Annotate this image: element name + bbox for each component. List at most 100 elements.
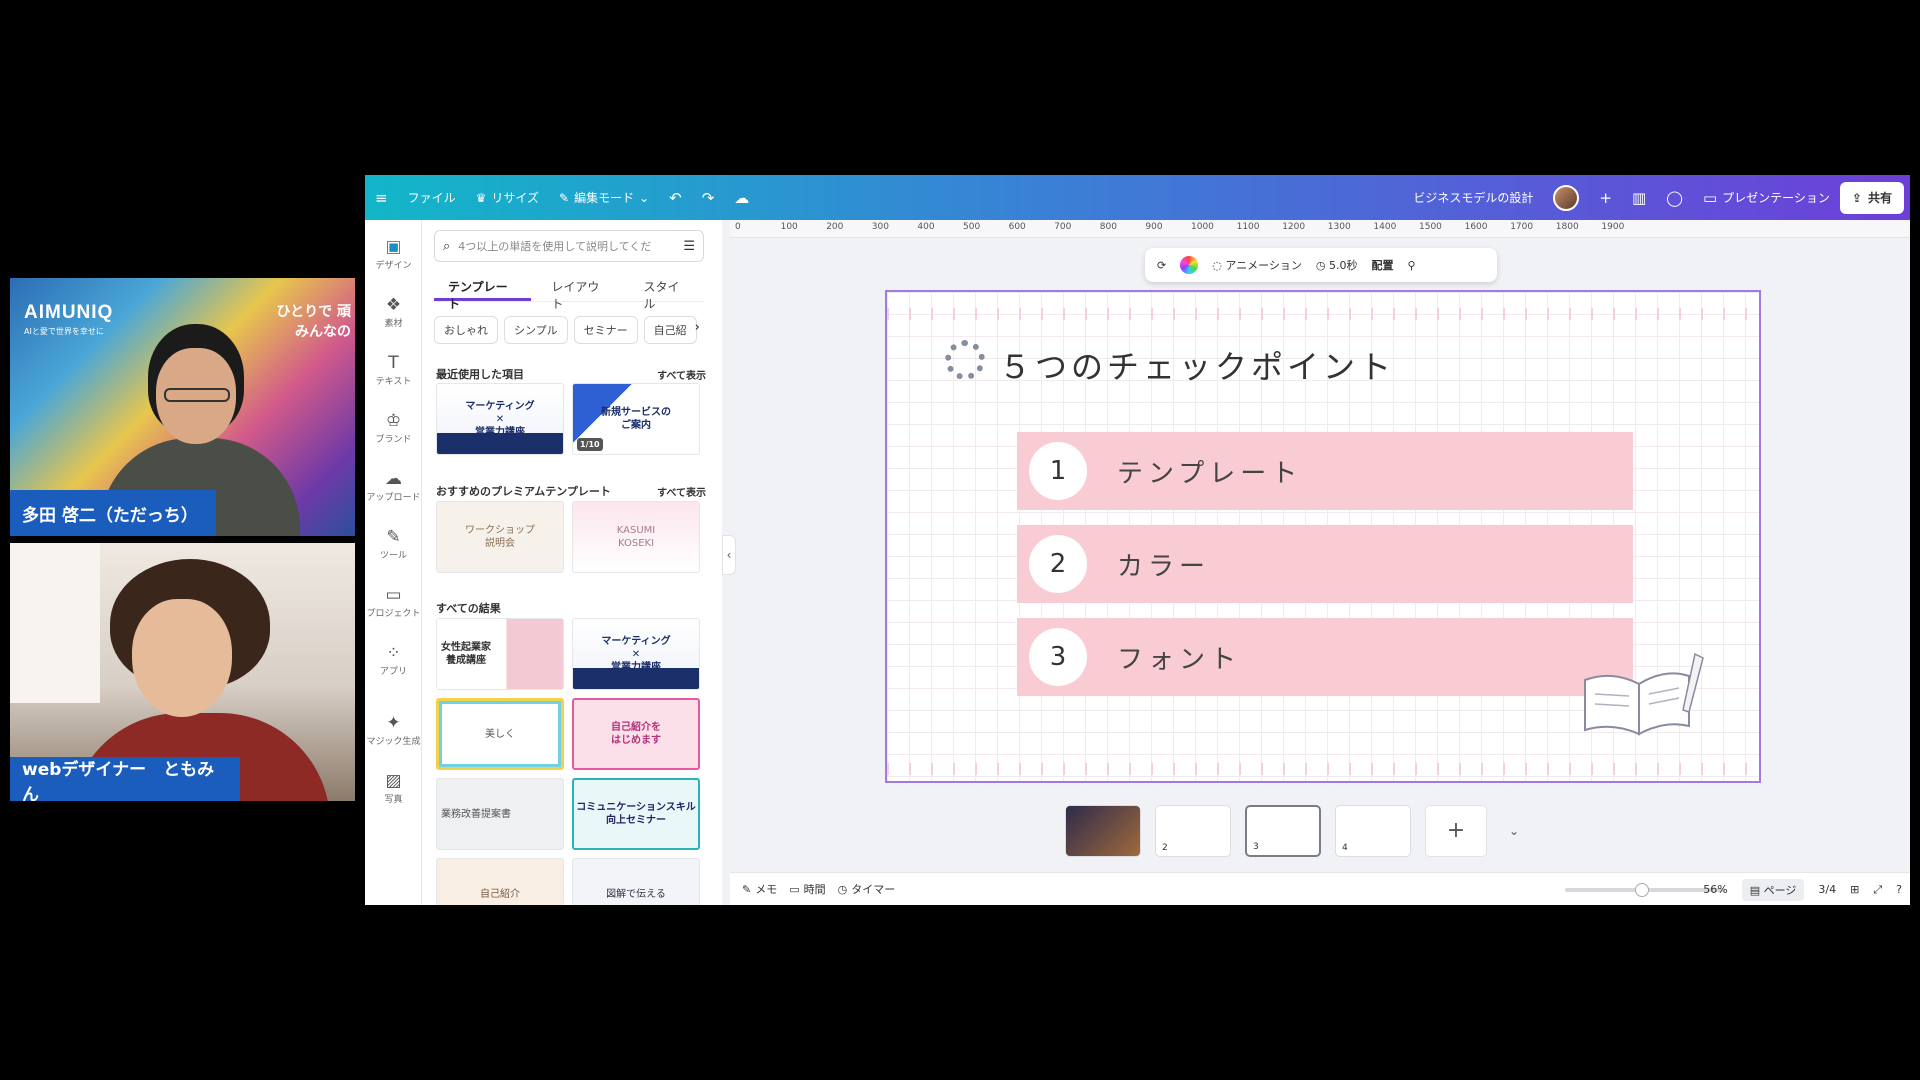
help-icon[interactable]: ? [1896,883,1902,896]
rail-label: マジック生成 [366,737,421,747]
chip-stylish[interactable]: おしゃれ [434,316,498,344]
page-count-badge: 1/10 [577,438,603,451]
template-thumb[interactable]: 自己紹介 [436,858,564,905]
notes-button[interactable]: ✎ メモ [742,881,777,897]
page-thumb[interactable]: 2 [1155,805,1231,857]
present-button[interactable]: ▭ プレゼンテーション [1693,175,1840,220]
rail-label: アプリ [379,667,407,677]
menu-button[interactable]: ≡ [365,175,398,220]
add-page-button[interactable]: + [1425,805,1487,857]
chip-simple[interactable]: シンプル [504,316,568,344]
template-thumb[interactable]: マーケティング ✕ 営業力講座 [572,618,700,690]
rail-item-tools[interactable]: ✎ ツール [365,526,422,561]
paint-roller-icon[interactable]: ⚲ [1408,259,1416,272]
tab-styles[interactable]: スタイル [630,272,705,311]
share-button[interactable]: ⇪ 共有 [1839,181,1904,214]
zoom-slider[interactable] [1565,883,1725,897]
template-thumb[interactable]: コミュニケーションスキル 向上セミナー [572,778,700,850]
tab-templates[interactable]: テンプレート [434,272,532,311]
page-options-button[interactable]: ⌄ [1501,805,1527,857]
rail-item-projects[interactable]: ▭ プロジェクト [365,584,422,619]
page-thumb[interactable] [1065,805,1141,857]
template-thumb[interactable]: マーケティング ✕ 営業力講座 [436,383,564,455]
panel-tabs: テンプレート レイアウト スタイル [434,272,705,311]
checkpoint-item[interactable]: 3 フォント [1017,618,1633,696]
element-toolbar: ⟳ ◌ アニメーション ◷ 5.0秒 配置 ⚲ [1145,248,1497,282]
user-avatar[interactable] [1543,175,1589,220]
rail-label: テキスト [375,377,412,387]
page-thumb[interactable]: 4 [1335,805,1411,857]
zoom-slider-handle[interactable] [1635,883,1649,897]
room-window [10,543,100,703]
recent-see-all-link[interactable]: すべて表示 [657,367,706,382]
chip-seminar[interactable]: セミナー [573,316,638,344]
checkpoint-item[interactable]: 1 テンプレート [1017,432,1633,510]
ruler-tick: 1900 [1601,222,1625,232]
color-picker[interactable] [1180,256,1199,274]
arrange-button[interactable]: 配置 [1372,257,1394,273]
rail-label: ブランド [375,435,412,445]
duration-button[interactable]: ◷ 5.0秒 [1316,257,1358,273]
rail-item-apps[interactable]: ⁘ アプリ [365,642,422,677]
filter-chips: おしゃれ シンプル セミナー 自己紹 › [434,316,709,344]
edit-mode-label: 編集モード [574,191,635,205]
zoom-level[interactable]: 56% [1703,883,1727,896]
template-thumb[interactable]: ワークショップ 説明会 [436,501,564,573]
checkpoint-item[interactable]: 2 カラー [1017,525,1633,603]
rail-item-photos[interactable]: ▨ 写真 [365,770,422,805]
upload-icon: ⇪ [1851,190,1862,205]
comments-button[interactable]: ◯ [1656,175,1693,220]
rail-item-magic[interactable]: ✦ マジック生成 [365,712,422,747]
tab-layouts[interactable]: レイアウト [537,272,623,311]
slide-title[interactable]: ５つのチェックポイント [999,342,1395,388]
chevron-right-icon[interactable]: › [695,316,700,344]
collapse-panel-button[interactable]: ‹ [722,535,736,575]
file-menu[interactable]: ファイル [398,175,466,220]
template-thumb[interactable]: 美しく [436,698,564,770]
insights-button[interactable]: ▥ [1622,175,1656,220]
ruler-tick: 800 [1099,222,1117,232]
rail-item-elements[interactable]: ❖ 素材 [365,294,422,329]
filter-icon[interactable]: ☰ [683,239,695,254]
duration-toggle[interactable]: ▭ 時間 [789,881,825,897]
template-thumb[interactable]: 女性起業家 養成講座 [436,618,564,690]
checkpoint-number: 1 [1029,442,1087,500]
fullscreen-icon[interactable]: ⤢ [1873,883,1882,897]
banner-text: ひとりで 頑 みんなの [276,304,351,340]
template-thumb[interactable]: KASUMI KOSEKI [572,501,700,573]
rail-item-uploads[interactable]: ☁ アップロード [365,468,422,503]
video-tile-host: AIMUNIQ AIと愛で世界を幸せに ひとりで 頑 みんなの 多田 啓二（ただ… [10,278,355,536]
refresh-icon[interactable]: ⟳ [1157,259,1166,272]
edit-mode-dropdown[interactable]: ✎ 編集モード ⌄ [549,175,659,220]
template-search-input[interactable]: ⌕ 4つ以上の単語を使用して説明してくだ ☰ [434,230,704,262]
template-thumb[interactable]: 業務改善提案書 [436,778,564,850]
timer-button[interactable]: ◷ タイマー [838,881,896,897]
design-icon: ▣ [385,237,402,257]
page-number: 2 [1162,843,1168,853]
page-thumb-current[interactable]: 3 [1245,805,1321,857]
premium-see-all-link[interactable]: すべて表示 [657,484,706,499]
search-placeholder: 4つ以上の単語を使用して説明してくだ [458,240,652,253]
template-thumb[interactable]: 図解で伝える [572,858,700,905]
checkpoint-label: テンプレート [1117,458,1303,489]
chip-self-intro[interactable]: 自己紹 [643,316,697,344]
save-status-button[interactable]: ☁ [724,175,759,220]
redo-button[interactable]: ↷ [692,175,725,220]
apps-icon: ⁘ [386,643,401,663]
rail-item-design[interactable]: ▣ デザイン [365,236,422,271]
rail-item-text[interactable]: T テキスト [365,352,422,387]
add-collaborator-button[interactable]: + [1589,175,1622,220]
template-thumb[interactable]: 新規サービスの ご案内 1/10 [572,383,700,455]
resize-button[interactable]: ♛ リサイズ [466,175,549,220]
slide-border-bottom [887,763,1759,775]
animation-button[interactable]: ◌ アニメーション [1212,257,1302,273]
grid-view-icon[interactable]: ⊞ [1850,883,1859,896]
document-title[interactable]: ビジネスモデルの設計 [1403,175,1543,220]
elements-icon: ❖ [385,295,402,315]
undo-button[interactable]: ↶ [659,175,692,220]
rail-item-brand[interactable]: ♔ ブランド [365,410,422,445]
template-thumb[interactable]: 自己紹介を はじめます [572,698,700,770]
slide-canvas[interactable]: ５つのチェックポイント 1 テンプレート 2 カラー 3 フォント [885,290,1761,783]
tools-icon: ✎ [386,527,401,547]
pages-view-button[interactable]: ▤ ページ [1741,878,1805,901]
